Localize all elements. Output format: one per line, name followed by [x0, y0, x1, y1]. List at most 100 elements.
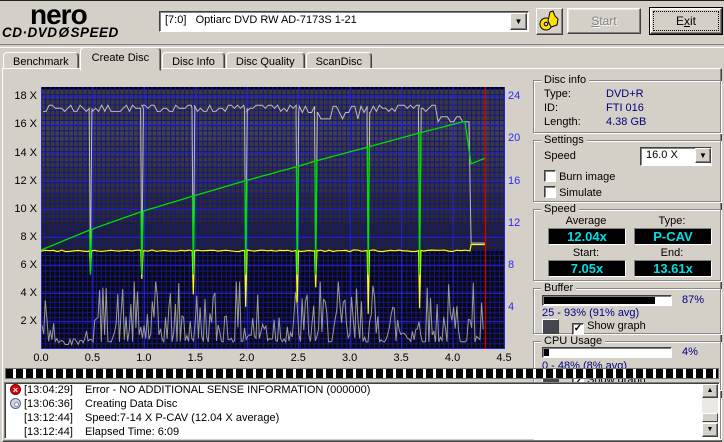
x-axis-tick: 3.5 [393, 352, 409, 364]
x-axis-tick: 0.0 [33, 352, 49, 364]
start-speed-display: 7.05x [548, 260, 626, 277]
tab-create-disc[interactable]: Create Disc [79, 47, 162, 71]
log-text: Creating Data Disc [85, 398, 178, 410]
buffer-percent: 87% [682, 294, 705, 306]
y-axis-right-tick: 8 [508, 258, 515, 271]
y-axis-left-tick: 16 X [14, 118, 37, 131]
y-axis-right-tick: 20 [508, 132, 521, 145]
buffer-level-bar [542, 295, 672, 306]
y-axis-left-tick: 8 X [20, 230, 37, 243]
disc-id-label: ID: [544, 102, 559, 114]
log-text: Elapsed Time: 6:09 [85, 426, 180, 438]
drive-select-arrow[interactable]: ▼ [510, 13, 527, 30]
settings-title: Settings [541, 134, 587, 146]
y-axis-left-tick: 2 X [20, 314, 37, 327]
y-axis-left-tick: 10 X [14, 202, 37, 215]
buffer-group-title: Buffer [541, 282, 577, 294]
y-axis-left-tick: 6 X [20, 258, 37, 271]
burn-progress-bar [5, 368, 719, 379]
disc-info-title: Disc info [541, 74, 590, 86]
buffer-range: 25 - 93% (91% avg) [542, 307, 640, 319]
x-axis-tick: 2.5 [290, 352, 306, 364]
speed-chart [41, 87, 505, 349]
disc-type-value: DVD+R [606, 88, 644, 100]
focus-rectangle [653, 11, 719, 31]
start-button[interactable]: Start [567, 8, 641, 34]
simulate-label: Simulate [559, 187, 602, 199]
end-speed-display: 13.61x [634, 260, 712, 277]
average-label: Average [565, 215, 607, 227]
speed-select-arrow[interactable]: ▼ [695, 148, 711, 163]
y-axis-left-tick: 14 X [14, 146, 37, 159]
buffer-show-graph-checkbox[interactable]: ✓ [572, 323, 584, 335]
buffer-show-graph: ✓ Show graph [572, 320, 646, 335]
app-window: nero CD·DVDØSPEED [7:0] Optiarc DVD RW A… [0, 0, 724, 442]
speed-setting-label: Speed [544, 150, 576, 162]
log-time: [13:12:44] [24, 412, 73, 424]
buffer-level-fill [544, 297, 656, 304]
drive-select[interactable]: [7:0] Optiarc DVD RW AD-7173S 1-21 ▼ [159, 11, 529, 32]
x-axis-tick: 4.0 [444, 352, 461, 364]
log-time: [13:12:44] [24, 426, 73, 438]
y-axis-right-tick: 12 [508, 216, 521, 229]
disc-length-label: Length: [544, 116, 581, 128]
start-button-label: Start [591, 14, 617, 28]
top-bar: nero CD·DVDØSPEED [7:0] Optiarc DVD RW A… [0, 0, 724, 44]
x-axis-tick: 2.0 [239, 352, 255, 364]
average-speed-display: 12.04x [548, 228, 626, 245]
burn-image-label: Burn image [559, 171, 616, 183]
y-axis-right-tick: 16 [508, 174, 521, 187]
x-axis-tick: 3.0 [342, 352, 358, 364]
y-axis-right-tick: 4 [508, 300, 515, 313]
cpu-usage-bar [542, 347, 672, 358]
tab-strip: Benchmark Create Disc Disc Info Disc Qualit… [3, 47, 373, 73]
drive-select-value: [7:0] Optiarc DVD RW AD-7173S 1-21 [165, 14, 357, 26]
write-type-display: P-CAV [634, 228, 712, 245]
type-label: Type: [658, 215, 686, 227]
speed-select-value: 16.0 X [646, 149, 678, 161]
simulate-checkbox[interactable] [544, 186, 556, 198]
speed-group-title: Speed [541, 203, 579, 215]
hand-disc-icon [539, 10, 559, 31]
cpu-percent: 4% [682, 346, 698, 358]
log-scrollbar[interactable]: ▲ ▼ [702, 384, 718, 437]
disc-info-group: Disc info Type: DVD+R ID: FTI 016 Length: 4… [533, 74, 721, 133]
x-axis-tick: 1.5 [187, 352, 203, 364]
y-axis-left-tick: 18 X [14, 90, 37, 103]
event-log[interactable]: × [13:04:29] Error - NO ADDITIONAL SENSE… [4, 382, 720, 439]
buffer-color-swatch[interactable] [542, 319, 559, 334]
disc-length-value: 4.38 GB [606, 116, 647, 128]
buffer-show-graph-label: Show graph [587, 320, 646, 332]
cpu-group-title: CPU Usage [541, 335, 606, 347]
buffer-group: Buffer 87% 25 - 93% (91% avg) ✓ Show gra… [533, 282, 721, 335]
x-axis-tick: 1.0 [136, 352, 152, 364]
error-icon: × [10, 384, 22, 396]
log-time: [13:04:29] [24, 384, 73, 396]
start-speed-label: Start: [572, 247, 600, 259]
scroll-up-button[interactable]: ▲ [702, 384, 718, 398]
chevron-down-icon: ▼ [699, 151, 707, 160]
log-text: Error - NO ADDITIONAL SENSE INFORMATION … [85, 384, 371, 396]
eject-tray-button[interactable] [536, 8, 563, 35]
log-time: [13:06:36] [24, 398, 73, 410]
cpu-usage-fill [544, 349, 550, 356]
disc-icon [10, 398, 22, 410]
settings-group: Settings Speed 16.0 X ▼ Burn image Simul… [533, 134, 721, 202]
x-axis-tick: 4.5 [496, 352, 512, 364]
y-axis-left-tick: 4 X [20, 286, 37, 299]
exit-button[interactable]: Exit [650, 8, 722, 34]
logo-text-cdspeed: CD·DVDØSPEED [2, 25, 119, 40]
disc-type-label: Type: [544, 88, 571, 100]
burn-image-checkbox[interactable] [544, 170, 556, 182]
log-row: × [13:04:29] Error - NO ADDITIONAL SENSE… [5, 384, 719, 397]
scroll-down-button[interactable]: ▼ [702, 423, 718, 437]
scroll-thumb[interactable] [702, 413, 718, 422]
end-speed-label: End: [660, 247, 684, 259]
log-row: [13:12:44] Elapsed Time: 6:09 [5, 426, 719, 439]
speed-select[interactable]: 16.0 X ▼ [640, 147, 712, 166]
arrow-up-icon: ▲ [706, 387, 714, 394]
arrow-down-icon: ▼ [706, 426, 714, 433]
speed-group: Speed Average Type: 12.04x P-CAV Start: … [533, 203, 721, 281]
chevron-down-icon: ▼ [514, 17, 523, 26]
log-text: Speed:7-14 X P-CAV (12.04 X average) [85, 412, 280, 424]
